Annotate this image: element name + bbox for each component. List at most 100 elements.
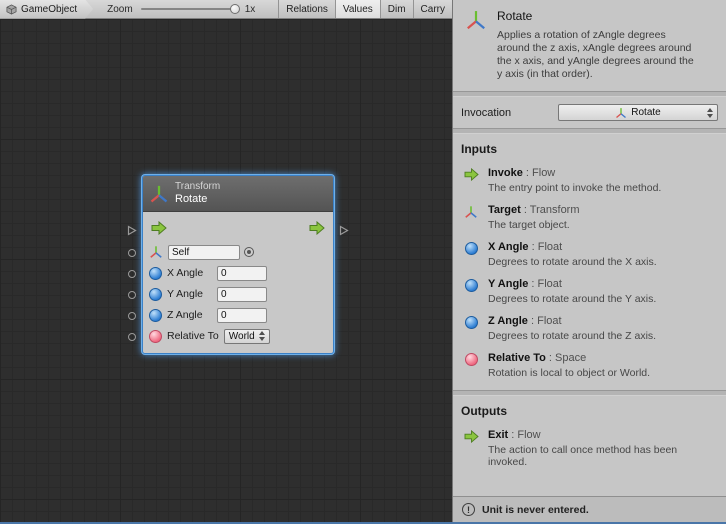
transform-axes-icon: [465, 9, 487, 81]
port-description: The action to call once method has been …: [488, 444, 703, 468]
item-text: Z Angle : Float Degrees to rotate around…: [488, 315, 703, 342]
port-description: The entry point to invoke the method.: [488, 182, 703, 194]
x-angle-value-port[interactable]: [128, 270, 136, 278]
inspector-title: Rotate: [497, 9, 697, 23]
tab-carry[interactable]: Carry: [413, 0, 452, 18]
port-description: Degrees to rotate around the Y axis.: [488, 293, 703, 305]
invocation-row: Invocation Rotate: [453, 97, 726, 128]
z-angle-label: Z Angle: [167, 309, 217, 321]
unit-inspector-panel: Rotate Applies a rotation of zAngle degr…: [452, 0, 726, 522]
outputs-section: Outputs Exit : Flow The action to call o…: [453, 396, 726, 479]
y-angle-input[interactable]: [217, 287, 267, 302]
port-separator: :: [523, 167, 532, 179]
gameobject-cube-icon: [6, 4, 17, 15]
flow-arrow-icon: [463, 429, 479, 443]
port-type: Space: [555, 352, 586, 364]
y-angle-row: Y Angle: [149, 285, 327, 303]
item-text: Target : Transform The target object.: [488, 204, 703, 231]
breadcrumb-label: GameObject: [21, 4, 77, 15]
flow-input-port[interactable]: [127, 225, 137, 236]
port-type: Flow: [517, 429, 540, 441]
relative-to-dropdown[interactable]: World: [224, 329, 270, 344]
graph-canvas[interactable]: Transform Rotate: [0, 19, 452, 522]
node-header[interactable]: Transform Rotate: [143, 176, 333, 212]
port-separator: :: [528, 315, 537, 327]
node-flow-row: [149, 216, 327, 240]
flow-arrow-icon[interactable]: [151, 221, 167, 235]
list-item: Invoke : Flow The entry point to invoke …: [453, 162, 726, 199]
toolbar-tabs: Relations Values Dim Carry: [278, 0, 452, 18]
inputs-header: Inputs: [453, 134, 726, 162]
tab-dim[interactable]: Dim: [380, 0, 413, 18]
port-type: Flow: [532, 167, 555, 179]
invocation-dropdown[interactable]: Rotate: [558, 104, 718, 121]
float-dot-icon: [149, 288, 162, 301]
port-separator: :: [508, 429, 517, 441]
breadcrumb[interactable]: GameObject: [0, 0, 93, 19]
bolt-editor-window: GameObject Zoom 1x Relations Values Dim …: [0, 0, 726, 524]
relative-to-dropdown-value: World: [229, 331, 255, 342]
item-text: X Angle : Float Degrees to rotate around…: [488, 241, 703, 268]
dropdown-arrows-icon: [259, 331, 265, 341]
invocation-dropdown-value: Rotate: [631, 107, 660, 118]
node-titles: Transform Rotate: [175, 181, 220, 206]
item-text: Relative To : Space Rotation is local to…: [488, 352, 703, 379]
list-item: Relative To : Space Rotation is local to…: [453, 347, 726, 384]
port-description: Rotation is local to object or World.: [488, 367, 703, 379]
port-name: Relative To: [488, 352, 546, 364]
self-object-field[interactable]: [168, 245, 240, 260]
flow-arrow-icon[interactable]: [309, 221, 325, 235]
z-angle-value-port[interactable]: [128, 312, 136, 320]
warning-bar: Unit is never entered.: [453, 496, 726, 522]
invocation-label: Invocation: [461, 107, 511, 119]
exclamation-circle-icon: [462, 503, 475, 516]
list-item: X Angle : Float Degrees to rotate around…: [453, 236, 726, 273]
port-separator: :: [529, 241, 538, 253]
flow-arrow-icon: [463, 167, 479, 181]
port-description: Degrees to rotate around the Z axis.: [488, 330, 703, 342]
port-type: Transform: [530, 204, 580, 216]
inputs-section: Inputs Invoke : Flow The entry point to …: [453, 134, 726, 390]
port-type: Float: [538, 241, 562, 253]
x-angle-input[interactable]: [217, 266, 267, 281]
dropdown-arrows-icon: [707, 108, 713, 118]
port-name: Exit: [488, 429, 508, 441]
list-item: Z Angle : Float Degrees to rotate around…: [453, 310, 726, 347]
port-type: Float: [537, 315, 561, 327]
zoom-slider-knob[interactable]: [230, 4, 240, 14]
graph-panel: GameObject Zoom 1x Relations Values Dim …: [0, 0, 452, 522]
zoom-label: Zoom: [107, 4, 133, 15]
x-angle-label: X Angle: [167, 267, 217, 279]
z-angle-input[interactable]: [217, 308, 267, 323]
zoom-slider[interactable]: [141, 8, 237, 10]
list-item: Y Angle : Float Degrees to rotate around…: [453, 273, 726, 310]
inspector-header-text: Rotate Applies a rotation of zAngle degr…: [497, 9, 697, 81]
tab-relations[interactable]: Relations: [278, 0, 335, 18]
relative-to-value-port[interactable]: [128, 333, 136, 341]
x-angle-row: X Angle: [149, 264, 327, 282]
tab-values[interactable]: Values: [335, 0, 380, 18]
relative-to-row: Relative To World: [149, 327, 327, 345]
y-angle-value-port[interactable]: [128, 291, 136, 299]
flow-output-port[interactable]: [339, 225, 349, 236]
z-angle-row: Z Angle: [149, 306, 327, 324]
port-name: Z Angle: [488, 315, 528, 327]
float-dot-icon: [149, 267, 162, 280]
port-name: Target: [488, 204, 521, 216]
float-dot-icon: [463, 278, 479, 292]
self-value-port[interactable]: [128, 249, 136, 257]
port-separator: :: [521, 204, 530, 216]
float-dot-icon: [149, 309, 162, 322]
node-body: X Angle Y Angle Z Angle: [143, 212, 333, 353]
transform-axes-icon: [149, 184, 169, 204]
port-name: Y Angle: [488, 278, 528, 290]
object-picker-icon[interactable]: [244, 247, 254, 257]
enum-dot-icon: [463, 352, 479, 366]
port-description: The target object.: [488, 219, 703, 231]
graph-toolbar: GameObject Zoom 1x Relations Values Dim …: [0, 0, 452, 19]
rotate-unit-node[interactable]: Transform Rotate: [142, 175, 334, 354]
enum-dot-icon: [149, 330, 162, 343]
transform-axes-icon: [615, 107, 627, 119]
outputs-header: Outputs: [453, 396, 726, 424]
self-row: [149, 243, 327, 261]
